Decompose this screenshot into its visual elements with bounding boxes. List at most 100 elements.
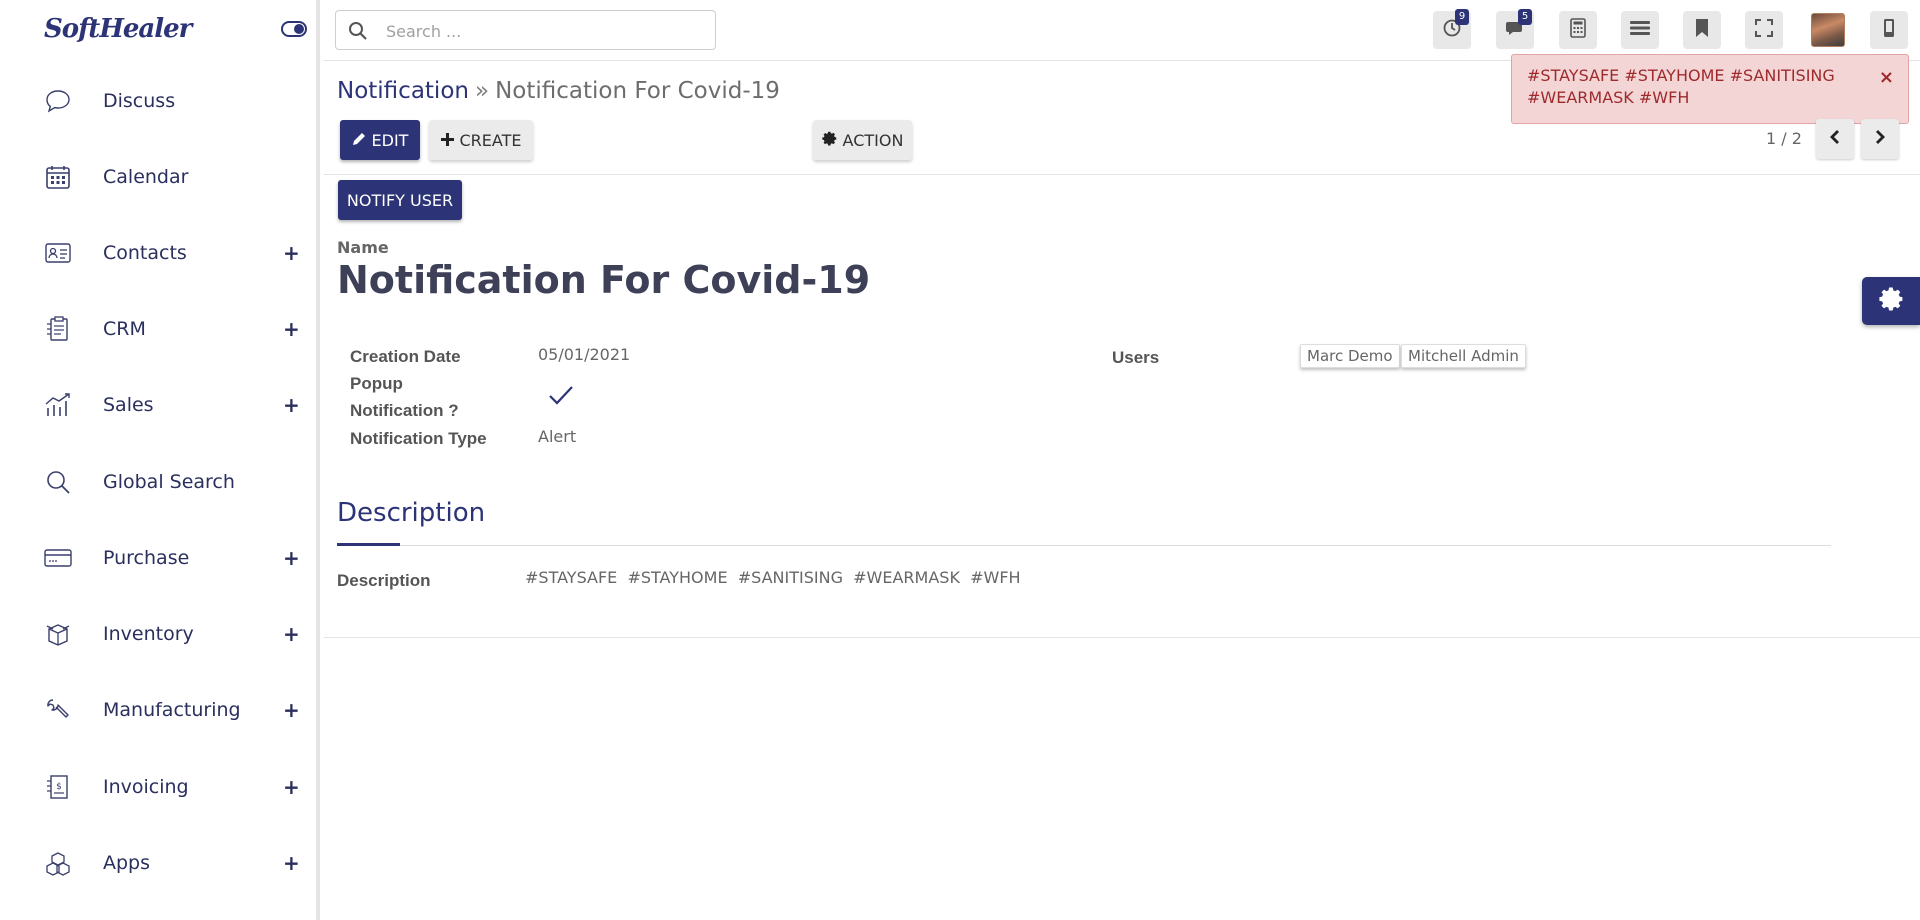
expand-plus-icon[interactable]: + xyxy=(283,698,300,722)
description-label: Description xyxy=(337,571,431,590)
chat-bubble-icon xyxy=(44,87,72,115)
notification-type-value: Alert xyxy=(538,427,577,446)
sidebar-item-label: Inventory xyxy=(103,623,194,645)
expand-plus-icon[interactable]: + xyxy=(283,851,300,875)
description-value: #STAYSAFE #STAYHOME #SANITISING #WEARMAS… xyxy=(525,568,1021,587)
expand-plus-icon[interactable]: + xyxy=(283,775,300,799)
edit-button[interactable]: EDIT xyxy=(340,120,420,160)
fullscreen-button[interactable] xyxy=(1745,11,1783,49)
sidebar-item-label: CRM xyxy=(103,318,146,340)
fullscreen-icon xyxy=(1754,18,1774,42)
apps-icon xyxy=(44,849,72,877)
pager-value[interactable]: 1 / 2 xyxy=(1766,129,1802,148)
sidebar-item-label: Global Search xyxy=(103,471,235,493)
sidebar-item-label: Manufacturing xyxy=(103,699,241,721)
popup-checkmark-icon xyxy=(548,384,574,410)
messages-badge: 5 xyxy=(1518,9,1532,25)
sidebar-item-crm[interactable]: CRM + xyxy=(0,304,316,354)
sidebar-item-global-search[interactable]: Global Search xyxy=(0,457,316,507)
search-input[interactable] xyxy=(386,19,706,43)
menu-button[interactable] xyxy=(1621,11,1659,49)
toggle-knob xyxy=(294,24,304,34)
activity-badge: 9 xyxy=(1455,9,1469,25)
expand-plus-icon[interactable]: + xyxy=(283,317,300,341)
control-panel-divider xyxy=(324,174,1920,175)
search-icon xyxy=(348,21,368,45)
user-tag[interactable]: Mitchell Admin xyxy=(1401,344,1526,368)
sidebar-item-label: Purchase xyxy=(103,547,190,569)
creation-date-label: Creation Date xyxy=(350,347,461,366)
messages-button[interactable]: 5 xyxy=(1496,9,1534,49)
search-box[interactable] xyxy=(335,10,716,50)
tab-description[interactable]: Description xyxy=(337,498,485,528)
sidebar-item-inventory[interactable]: Inventory + xyxy=(0,609,316,659)
sidebar-item-calendar[interactable]: Calendar xyxy=(0,152,316,202)
gear-icon xyxy=(1878,286,1904,316)
sidebar: SoftHealer Discuss Calendar Contacts + C… xyxy=(0,0,320,920)
box-icon xyxy=(44,620,72,648)
notification-type-label: Notification Type xyxy=(350,429,487,448)
creation-date-value: 05/01/2021 xyxy=(538,345,631,364)
calendar-icon xyxy=(44,163,72,191)
user-tag[interactable]: Marc Demo xyxy=(1300,344,1400,368)
calculator-button[interactable] xyxy=(1559,11,1597,49)
close-icon[interactable]: × xyxy=(1879,67,1894,89)
svg-text:$: $ xyxy=(56,782,62,792)
sidebar-item-label: Discuss xyxy=(103,90,176,112)
sidebar-item-discuss[interactable]: Discuss xyxy=(0,76,316,126)
tab-active-underline xyxy=(337,543,400,546)
notification-toast: #STAYSAFE #STAYHOME #SANITISING #WEARMAS… xyxy=(1511,54,1909,124)
expand-plus-icon[interactable]: + xyxy=(283,393,300,417)
sidebar-item-purchase[interactable]: Purchase + xyxy=(0,533,316,583)
breadcrumb-current: Notification For Covid-19 xyxy=(495,78,780,104)
expand-plus-icon[interactable]: + xyxy=(283,241,300,265)
mobile-icon xyxy=(1882,18,1896,42)
create-button-label: CREATE xyxy=(459,130,522,150)
invoice-icon: $ xyxy=(44,773,72,801)
bookmark-button[interactable] xyxy=(1683,11,1721,49)
sidebar-toggle[interactable] xyxy=(281,21,307,37)
chevron-right-icon xyxy=(1874,129,1886,149)
name-value: Notification For Covid-19 xyxy=(337,258,871,302)
credit-card-icon xyxy=(44,544,72,572)
breadcrumb-separator: » xyxy=(474,78,490,104)
sidebar-item-label: Invoicing xyxy=(103,776,189,798)
sidebar-item-apps[interactable]: Apps + xyxy=(0,838,316,888)
crm-clipboard-icon xyxy=(44,315,72,343)
name-label: Name xyxy=(337,238,389,257)
tab-divider xyxy=(337,545,1831,546)
notify-user-button[interactable]: NOTIFY USER xyxy=(338,180,462,220)
expand-plus-icon[interactable]: + xyxy=(283,622,300,646)
sidebar-item-contacts[interactable]: Contacts + xyxy=(0,228,316,278)
edit-button-label: EDIT xyxy=(371,130,409,150)
search-icon xyxy=(44,468,72,496)
sheet-bottom-divider xyxy=(324,637,1920,638)
popup-label-line2: Notification ? xyxy=(350,401,459,420)
contact-card-icon xyxy=(44,239,72,267)
brand-logo[interactable]: SoftHealer xyxy=(44,14,192,44)
action-button[interactable]: ACTION xyxy=(813,120,912,160)
create-button[interactable]: CREATE xyxy=(429,120,533,160)
pager-previous-button[interactable] xyxy=(1816,119,1854,159)
stack-menu-icon xyxy=(1629,19,1651,41)
user-avatar[interactable] xyxy=(1811,13,1845,47)
mobile-button[interactable] xyxy=(1870,11,1908,49)
sidebar-item-invoicing[interactable]: $ Invoicing + xyxy=(0,762,316,812)
breadcrumb-parent[interactable]: Notification xyxy=(337,78,469,104)
pencil-icon xyxy=(352,131,366,150)
popup-label-line1: Popup xyxy=(350,374,403,393)
activity-button[interactable]: 9 xyxy=(1433,9,1471,49)
calculator-icon xyxy=(1569,18,1587,42)
plus-icon xyxy=(440,131,454,150)
settings-button[interactable] xyxy=(1862,277,1920,325)
bookmark-icon xyxy=(1694,18,1710,42)
expand-plus-icon[interactable]: + xyxy=(283,546,300,570)
sidebar-item-sales[interactable]: Sales + xyxy=(0,380,316,430)
sidebar-item-label: Apps xyxy=(103,852,151,874)
sidebar-item-label: Calendar xyxy=(103,166,189,188)
sidebar-item-manufacturing[interactable]: Manufacturing + xyxy=(0,685,316,735)
sidebar-item-label: Sales xyxy=(103,394,154,416)
pager-next-button[interactable] xyxy=(1861,119,1899,159)
action-button-label: ACTION xyxy=(842,130,904,150)
top-bar: 9 5 xyxy=(324,0,1920,61)
